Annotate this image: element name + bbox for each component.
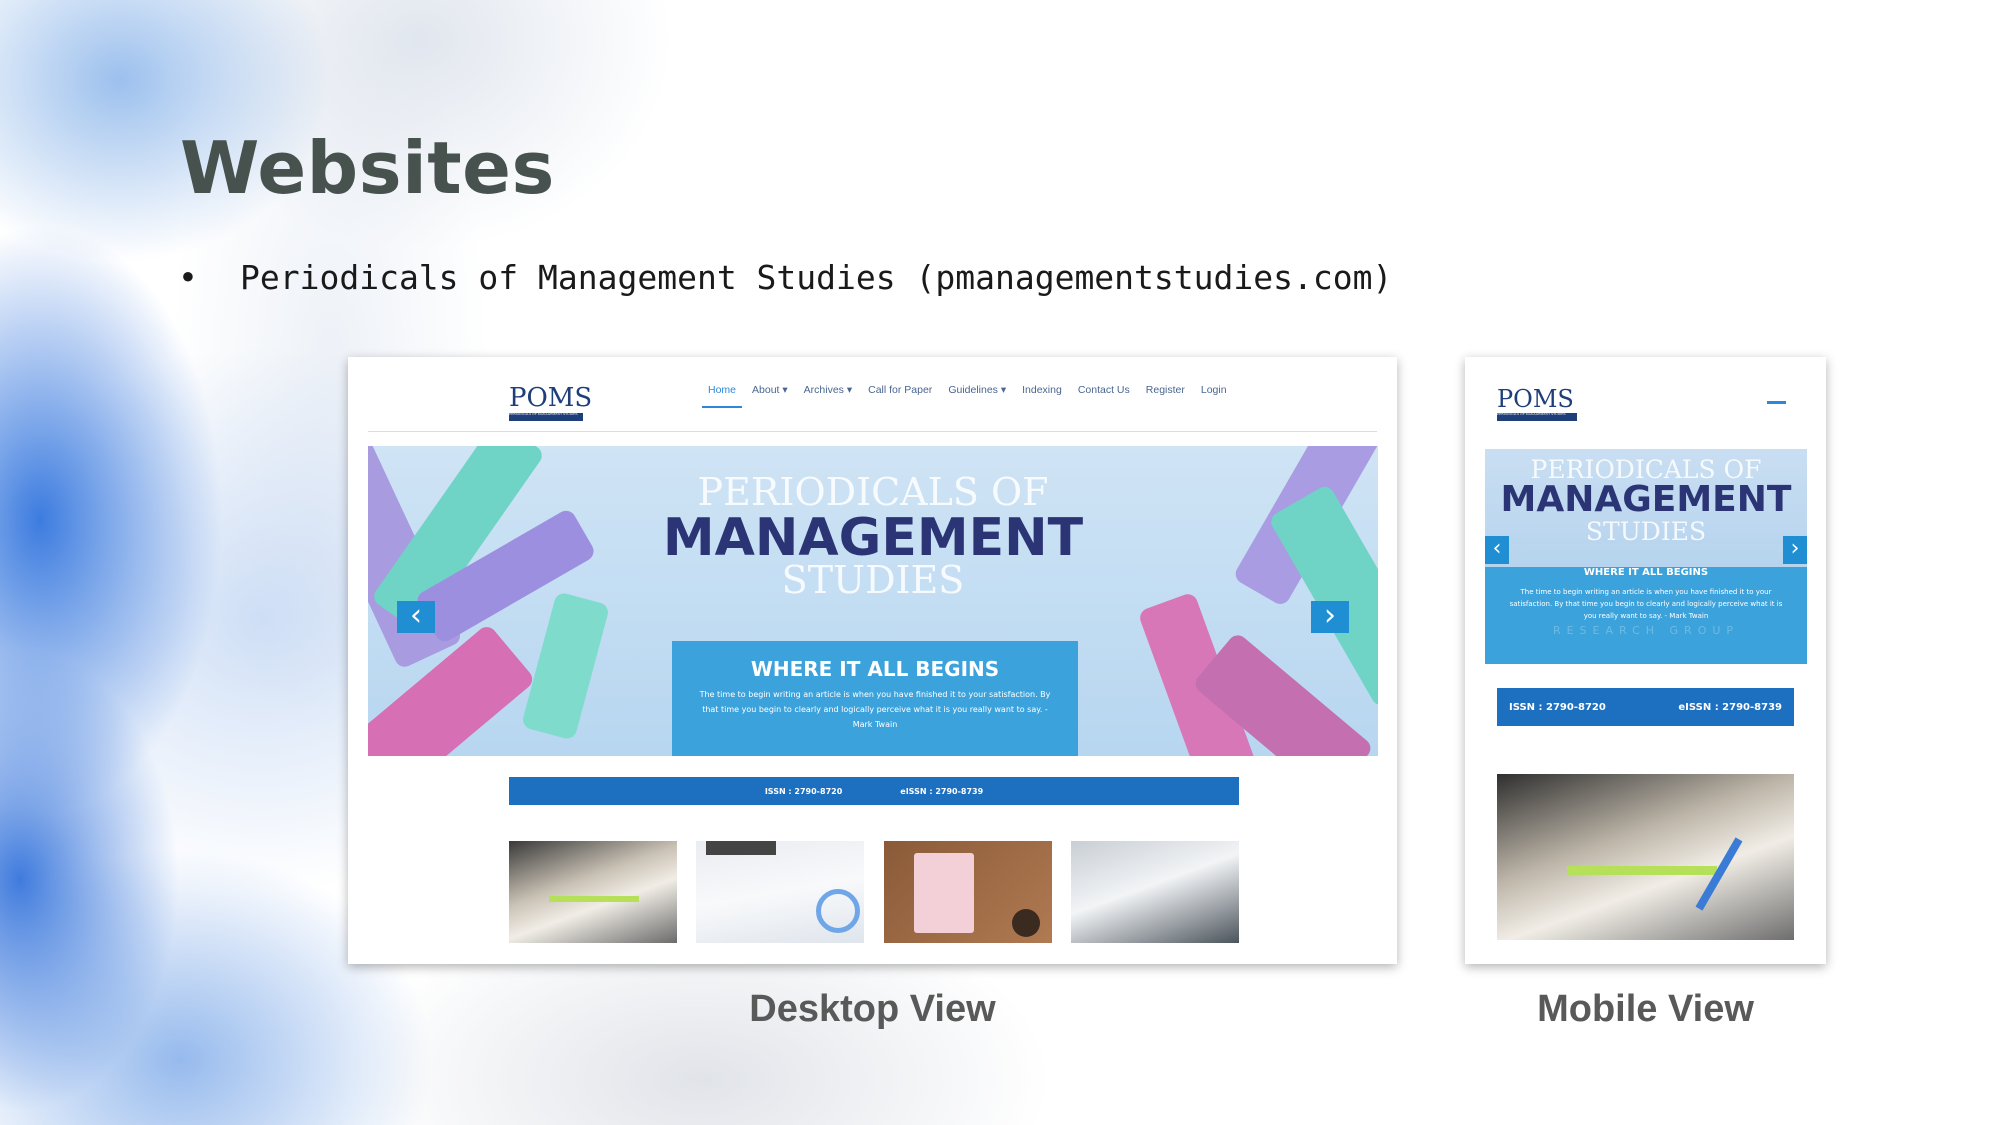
keyboard-graphic: [706, 841, 776, 855]
issn-value: ISSN : 2790-8720: [764, 786, 843, 796]
faded-watermark-text: RESEARCH GROUP: [1552, 624, 1740, 637]
poms-logo: POMS PERIODICALS OF MANAGEMENT STUDIES: [1497, 387, 1577, 421]
bullet-item: • Periodicals of Management Studies (pman…: [178, 258, 1392, 297]
tagline-heading: WHERE IT ALL BEGINS: [1583, 567, 1709, 578]
nav-divider: [368, 431, 1377, 432]
nav-register[interactable]: Register: [1138, 384, 1193, 404]
carousel-prev-button[interactable]: ‹: [1485, 536, 1509, 564]
highlight-stroke: [549, 896, 639, 902]
logo-tagline: PERIODICALS OF MANAGEMENT STUDIES: [1497, 413, 1577, 421]
banner-line-2: MANAGEMENT: [1500, 479, 1792, 520]
top-nav: Home About ▾ Archives ▾ Call for Paper G…: [700, 384, 1235, 408]
donut-chart-graphic: [816, 889, 860, 933]
desktop-screenshot: POMS PERIODICALS OF MANAGEMENT STUDIES H…: [348, 357, 1397, 964]
tagline-quote: The time to begin writing an article is …: [1509, 588, 1783, 620]
nav-home[interactable]: Home: [700, 384, 744, 408]
issn-bar: ISSN : 2790-8720 eISSN : 2790-8739: [1497, 688, 1794, 726]
banner-line-3: STUDIES: [1585, 517, 1707, 546]
notebook-graphic: [914, 853, 974, 933]
hero-banner: PERIODICALS OF MANAGEMENT STUDIES WHERE …: [368, 446, 1378, 756]
mobile-view-caption: Mobile View: [1537, 988, 1754, 1030]
carousel-next-button[interactable]: ›: [1311, 601, 1349, 633]
issn-bar: ISSN : 2790-8720 eISSN : 2790-8739: [509, 777, 1239, 805]
logo-tagline: PERIODICALS OF MANAGEMENT STUDIES: [509, 413, 583, 421]
logo-text: POMS: [1497, 385, 1574, 413]
thumbnail-analytics[interactable]: [696, 841, 864, 943]
nav-contact-us[interactable]: Contact Us: [1070, 384, 1138, 404]
nav-login[interactable]: Login: [1193, 384, 1235, 404]
tagline-box: WHERE IT ALL BEGINS The time to begin wr…: [1485, 567, 1807, 664]
poms-logo: POMS PERIODICALS OF MANAGEMENT STUDIES: [509, 385, 592, 421]
desktop-view-caption: Desktop View: [749, 988, 996, 1030]
nav-call-for-paper[interactable]: Call for Paper: [860, 384, 940, 404]
nav-archives[interactable]: Archives ▾: [796, 384, 860, 404]
logo-text: POMS: [509, 383, 593, 413]
tagline-heading: WHERE IT ALL BEGINS: [750, 657, 1000, 681]
bullet-marker: •: [178, 258, 198, 297]
eissn-value: eISSN : 2790-8739: [900, 786, 984, 796]
eissn-value: eISSN : 2790-8739: [1678, 701, 1782, 713]
carousel-prev-button[interactable]: ‹: [397, 601, 435, 633]
bullet-text: Periodicals of Management Studies (pmana…: [240, 258, 1393, 297]
mobile-screenshot: POMS PERIODICALS OF MANAGEMENT STUDIES P…: [1465, 357, 1826, 964]
tagline-quote: The time to begin writing an article is …: [699, 690, 1051, 729]
nav-about[interactable]: About ▾: [744, 384, 796, 404]
thumbnail-reading[interactable]: [1497, 774, 1794, 940]
thumbnail-magazine[interactable]: [1071, 841, 1239, 943]
menu-icon[interactable]: [1767, 401, 1786, 404]
carousel-next-button[interactable]: ›: [1783, 536, 1807, 564]
nav-indexing[interactable]: Indexing: [1014, 384, 1070, 404]
coffee-cup-graphic: [1012, 909, 1040, 937]
hero-banner: PERIODICALS OF MANAGEMENT STUDIES WHERE …: [1485, 449, 1807, 664]
tagline-box: WHERE IT ALL BEGINS The time to begin wr…: [672, 641, 1078, 756]
nav-guidelines[interactable]: Guidelines ▾: [940, 384, 1014, 404]
issn-value: ISSN : 2790-8720: [1509, 701, 1606, 713]
slide-title: Websites: [180, 126, 555, 210]
thumbnail-reading[interactable]: [509, 841, 677, 943]
highlight-stroke: [1567, 866, 1717, 875]
thumbnail-notebook[interactable]: [884, 841, 1052, 943]
book-illustration: [520, 591, 611, 741]
banner-line-3: STUDIES: [781, 558, 965, 602]
